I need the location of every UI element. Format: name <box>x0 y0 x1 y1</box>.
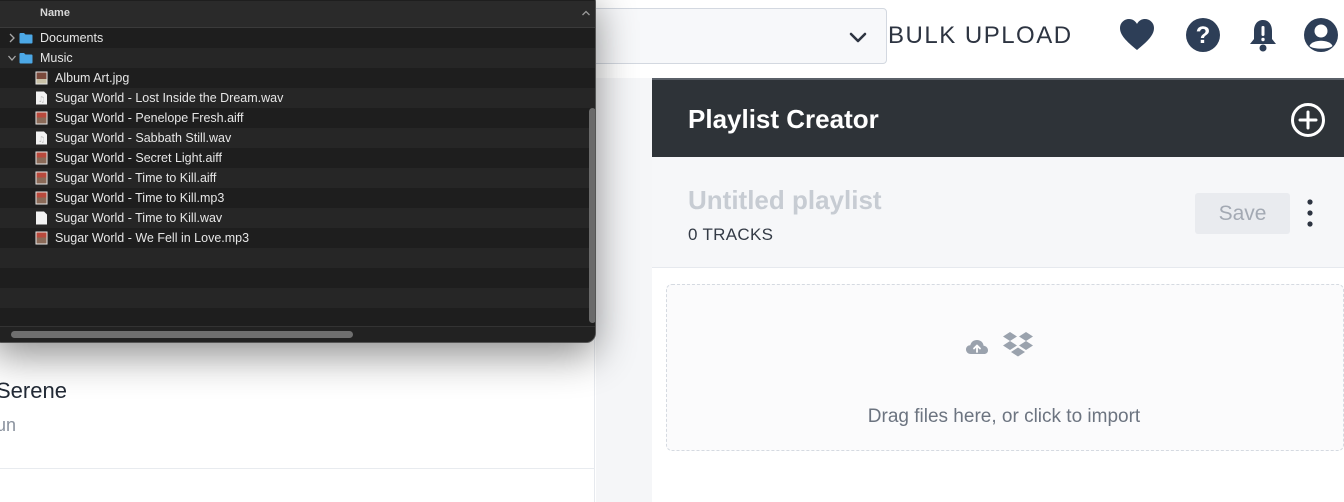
file-row[interactable]: Sugar World - Time to Kill.mp3 <box>0 188 595 208</box>
app-window: Serene un BULK UPLOAD ? Playlist Creator <box>0 0 1344 502</box>
playlist-info: Untitled playlist 0 TRACKS Save <box>652 157 1344 268</box>
file-row[interactable]: Sugar World - Penelope Fresh.aiff <box>0 108 595 128</box>
file-row[interactable]: Sugar World - Secret Light.aiff <box>0 148 595 168</box>
audio-file-icon <box>35 151 48 165</box>
file-name: Sugar World - Time to Kill.wav <box>55 211 223 225</box>
chevron-down-icon[interactable] <box>8 53 16 63</box>
empty-row <box>0 288 595 308</box>
svg-text:♫: ♫ <box>38 95 45 104</box>
chevron-down-icon[interactable] <box>847 26 869 48</box>
divider <box>0 468 595 469</box>
image-file-icon <box>35 71 48 85</box>
file-name: Sugar World - Penelope Fresh.aiff <box>55 111 244 125</box>
audio-file-icon <box>35 231 48 245</box>
file-dropzone[interactable]: Drag files here, or click to import <box>666 284 1344 451</box>
svg-text:♫: ♫ <box>38 135 45 144</box>
bell-icon[interactable] <box>1244 16 1282 54</box>
file-name: Sugar World - Sabbath Still.wav <box>55 131 232 145</box>
file-row[interactable]: Sugar World - Time to Kill.aiff <box>0 168 595 188</box>
file-row[interactable]: Album Art.jpg <box>0 68 595 88</box>
file-name: Sugar World - Lost Inside the Dream.wav <box>55 91 284 105</box>
empty-row <box>0 268 595 288</box>
vertical-scrollbar[interactable] <box>589 108 595 323</box>
file-name: Sugar World - Secret Light.aiff <box>55 151 222 165</box>
finder-window: Name Documents Music Album Art.jpg ♫ Sug… <box>0 0 596 343</box>
dropbox-icon <box>1003 332 1033 357</box>
file-row[interactable]: ♫ Sugar World - Lost Inside the Dream.wa… <box>0 88 595 108</box>
cloud-upload-icon <box>966 340 988 354</box>
audio-file-icon <box>36 211 47 225</box>
folder-row[interactable]: Music <box>0 48 595 68</box>
search-select[interactable] <box>560 8 887 64</box>
track-subtitle: un <box>0 415 17 435</box>
playlist-creator-header: Playlist Creator <box>652 78 1344 157</box>
chevron-right-icon[interactable] <box>8 33 16 43</box>
folder-row[interactable]: Documents <box>0 28 595 48</box>
audio-file-icon: ♫ <box>36 91 47 105</box>
audio-file-icon <box>35 191 48 205</box>
file-name: Music <box>40 51 73 65</box>
file-row[interactable]: Sugar World - We Fell in Love.mp3 <box>0 228 595 248</box>
file-name: Sugar World - Time to Kill.aiff <box>55 171 217 185</box>
audio-file-icon <box>35 171 48 185</box>
file-row[interactable]: Sugar World - Time to Kill.wav <box>0 208 595 228</box>
playlist-name[interactable]: Untitled playlist <box>688 185 882 216</box>
track-title[interactable]: Serene <box>0 378 67 404</box>
empty-row <box>0 308 595 328</box>
help-icon[interactable]: ? <box>1184 16 1222 54</box>
audio-file-icon <box>35 111 48 125</box>
svg-text:?: ? <box>1196 22 1211 49</box>
file-name: Documents <box>40 31 104 45</box>
track-count: 0 TRACKS <box>688 225 774 244</box>
file-row[interactable]: ♫ Sugar World - Sabbath Still.wav <box>0 128 595 148</box>
save-button[interactable]: Save <box>1195 193 1290 234</box>
heart-icon[interactable] <box>1118 16 1156 54</box>
horizontal-scrollbar[interactable] <box>11 331 353 338</box>
name-column-header[interactable]: Name <box>40 7 70 19</box>
file-name: Sugar World - We Fell in Love.mp3 <box>55 231 250 245</box>
playlist-creator-panel: Playlist Creator Untitled playlist 0 TRA… <box>652 78 1344 502</box>
panel-gutter <box>596 78 652 502</box>
empty-row <box>0 248 595 268</box>
finder-column-header[interactable]: Name <box>0 1 595 28</box>
folder-icon <box>19 33 33 44</box>
sort-ascending-icon[interactable] <box>581 8 591 18</box>
file-name: Album Art.jpg <box>55 71 130 85</box>
folder-icon <box>19 53 33 64</box>
user-icon[interactable] <box>1302 16 1340 54</box>
audio-file-icon: ♫ <box>36 131 47 145</box>
add-circle-icon[interactable] <box>1290 102 1326 138</box>
file-list: Documents Music Album Art.jpg ♫ Sugar Wo… <box>0 28 595 328</box>
file-name: Sugar World - Time to Kill.mp3 <box>55 191 225 205</box>
more-vertical-icon[interactable] <box>1302 197 1318 229</box>
dropzone-label: Drag files here, or click to import <box>867 406 1141 427</box>
bulk-upload-button[interactable]: BULK UPLOAD <box>888 20 1073 52</box>
panel-title: Playlist Creator <box>688 104 879 134</box>
